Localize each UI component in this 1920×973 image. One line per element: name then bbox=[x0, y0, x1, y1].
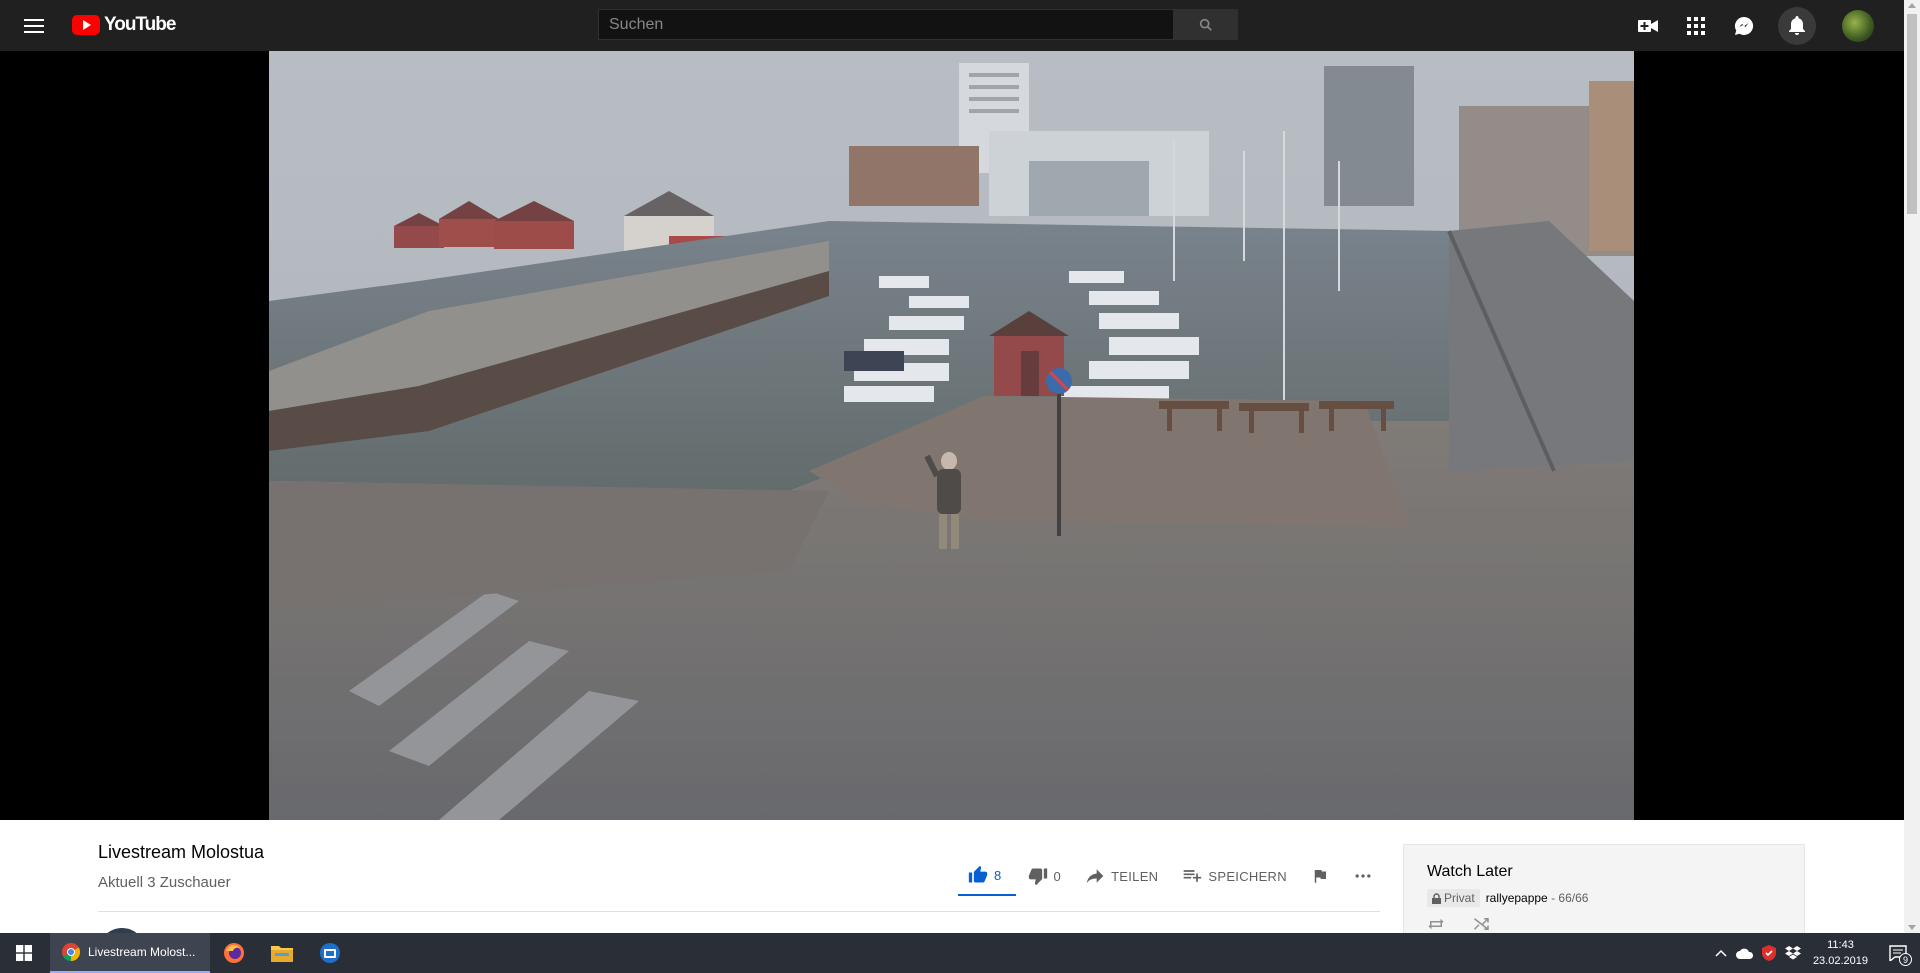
playlist-channel[interactable]: rallyepappe bbox=[1486, 891, 1548, 905]
share-label: TEILEN bbox=[1111, 868, 1159, 884]
taskbar-firefox[interactable] bbox=[210, 933, 258, 973]
firefox-icon bbox=[224, 943, 244, 963]
video-info-section: Livestream Molostua Aktuell 3 Zuschauer … bbox=[0, 820, 1904, 973]
flag-icon bbox=[1314, 870, 1326, 883]
loop-icon[interactable] bbox=[1427, 917, 1445, 931]
start-button[interactable] bbox=[0, 933, 48, 973]
privacy-badge: Privat bbox=[1427, 889, 1480, 907]
scrollbar-thumb[interactable] bbox=[1907, 14, 1917, 214]
playlist-panel: Watch Later Privat rallyepappe - 66/66 bbox=[1403, 844, 1805, 939]
windows-logo-icon bbox=[16, 945, 32, 961]
messages-button[interactable] bbox=[1732, 14, 1756, 38]
thumbs-up-icon bbox=[968, 865, 988, 883]
search-bar bbox=[598, 9, 1238, 40]
clock-date: 23.02.2019 bbox=[1812, 955, 1868, 967]
playlist-meta: Privat rallyepappe - 66/66 bbox=[1427, 889, 1588, 907]
dropbox-icon bbox=[1784, 946, 1801, 960]
chevron-up-icon bbox=[1715, 949, 1727, 957]
bell-icon bbox=[1789, 15, 1805, 35]
more-horizontal-icon bbox=[1355, 874, 1371, 878]
share-button[interactable]: TEILEN bbox=[1073, 856, 1170, 896]
video-player[interactable] bbox=[269, 51, 1634, 820]
security-tray[interactable] bbox=[1757, 933, 1781, 973]
apps-grid-icon bbox=[1687, 16, 1705, 35]
search-icon bbox=[1199, 18, 1212, 31]
apps-button[interactable] bbox=[1684, 14, 1708, 38]
taskbar-app[interactable] bbox=[306, 933, 354, 973]
playlist-separator: - bbox=[1547, 891, 1559, 905]
notification-count-badge: 9 bbox=[1899, 953, 1912, 966]
topbar-actions bbox=[1624, 0, 1904, 51]
playlist-controls bbox=[1427, 917, 1491, 931]
playlist-title[interactable]: Watch Later bbox=[1427, 863, 1513, 881]
search-button[interactable] bbox=[1174, 9, 1238, 40]
youtube-topbar: YouTube bbox=[0, 0, 1904, 51]
save-button[interactable]: SPEICHERN bbox=[1170, 856, 1299, 896]
taskbar-chrome-window[interactable]: Livestream Molost... bbox=[50, 933, 210, 973]
cloud-icon bbox=[1735, 948, 1753, 959]
like-button[interactable]: 8 bbox=[958, 856, 1016, 896]
video-actions: 8 0 TEILEN SPEICHERN bbox=[958, 856, 1385, 896]
taskbar-file-explorer[interactable] bbox=[258, 933, 306, 973]
report-button[interactable] bbox=[1299, 856, 1341, 896]
system-tray: 11:43 23.02.2019 9 bbox=[1709, 933, 1920, 973]
dislike-button[interactable]: 0 bbox=[1016, 856, 1074, 896]
chrome-icon bbox=[62, 943, 80, 961]
scroll-up-arrow-icon[interactable] bbox=[1908, 3, 1916, 8]
harbor-webcam-frame bbox=[269, 51, 1634, 820]
onedrive-tray[interactable] bbox=[1733, 933, 1757, 973]
clock-time: 11:43 bbox=[1827, 939, 1854, 951]
system-clock[interactable]: 11:43 23.02.2019 bbox=[1805, 937, 1876, 969]
action-center-button[interactable]: 9 bbox=[1876, 933, 1920, 973]
create-video-button[interactable] bbox=[1636, 14, 1660, 38]
shuffle-icon[interactable] bbox=[1473, 917, 1491, 931]
youtube-logo[interactable]: YouTube bbox=[72, 14, 176, 36]
notifications-button[interactable] bbox=[1778, 6, 1816, 45]
youtube-logo-text: YouTube bbox=[104, 14, 176, 35]
privacy-label: Privat bbox=[1444, 891, 1475, 905]
thumbs-down-icon bbox=[1028, 868, 1047, 886]
playlist-add-icon bbox=[1184, 870, 1202, 882]
show-hidden-icons-button[interactable] bbox=[1709, 933, 1733, 973]
playlist-position: 66/66 bbox=[1558, 891, 1589, 905]
youtube-play-icon bbox=[72, 15, 100, 35]
more-actions-button[interactable] bbox=[1341, 856, 1385, 896]
app-icon bbox=[320, 943, 340, 963]
viewer-count: Aktuell 3 Zuschauer bbox=[98, 874, 231, 891]
chat-icon bbox=[1734, 16, 1754, 35]
search-input[interactable] bbox=[598, 9, 1174, 40]
dropbox-tray[interactable] bbox=[1781, 933, 1805, 973]
taskbar-window-title: Livestream Molost... bbox=[88, 945, 196, 959]
dislike-count: 0 bbox=[1053, 868, 1062, 884]
save-label: SPEICHERN bbox=[1208, 868, 1287, 884]
share-arrow-icon bbox=[1086, 869, 1104, 884]
video-title: Livestream Molostua bbox=[98, 842, 265, 862]
scroll-down-arrow-icon[interactable] bbox=[1908, 925, 1916, 930]
video-camera-icon bbox=[1638, 19, 1658, 32]
user-avatar[interactable] bbox=[1842, 9, 1874, 42]
folder-icon bbox=[271, 946, 293, 962]
like-count: 8 bbox=[994, 867, 1002, 883]
hamburger-menu-icon[interactable] bbox=[22, 14, 46, 38]
page-scrollbar[interactable] bbox=[1904, 0, 1920, 933]
windows-taskbar: Livestream Molost... 11:43 23.02.2019 9 bbox=[0, 933, 1920, 973]
divider bbox=[98, 911, 1380, 912]
shield-icon bbox=[1761, 945, 1776, 961]
lock-icon bbox=[1432, 892, 1441, 904]
